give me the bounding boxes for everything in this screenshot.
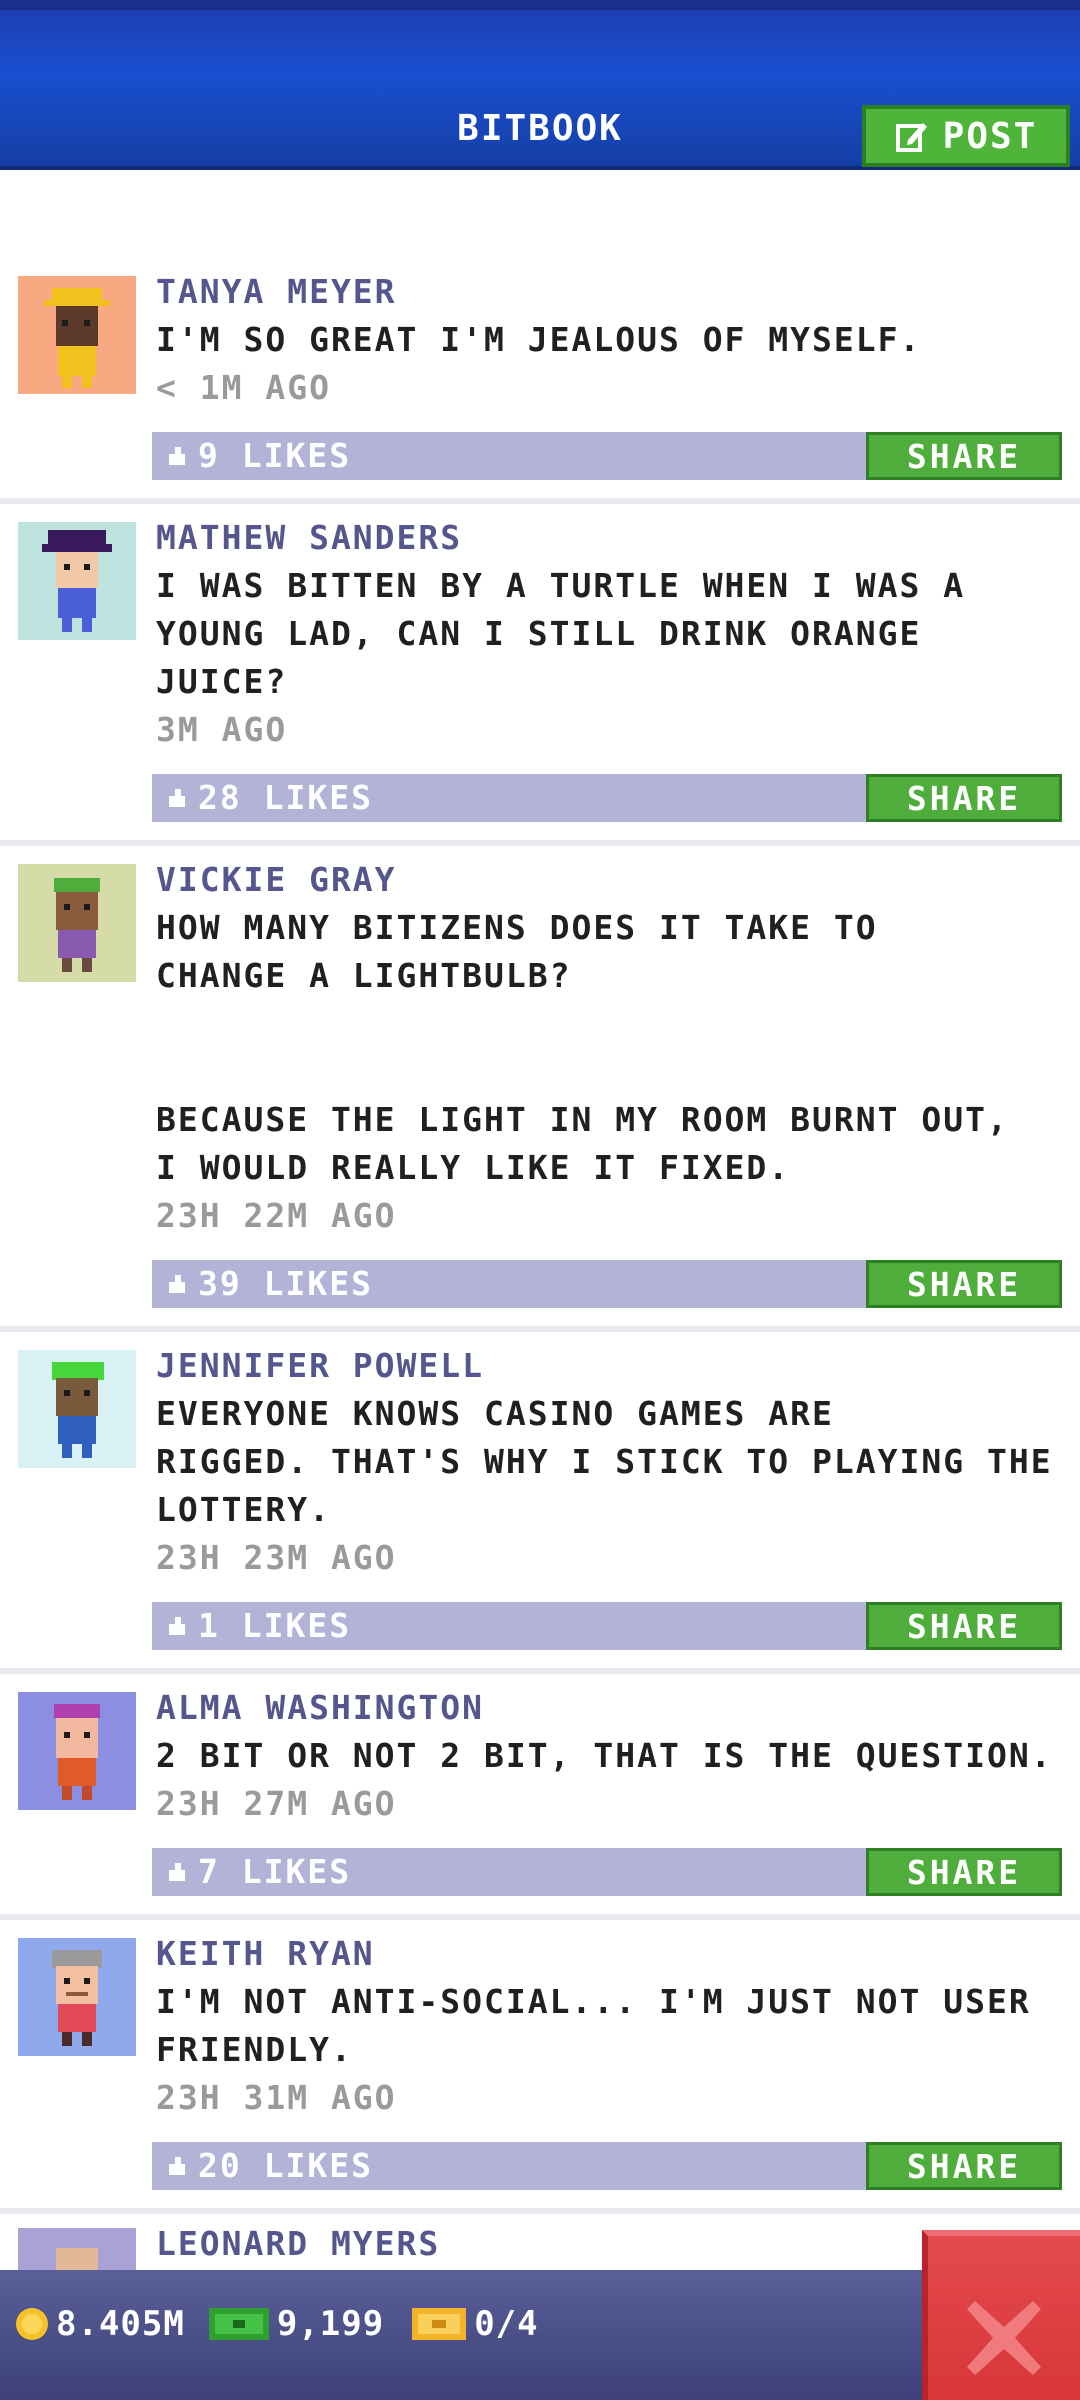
like-button[interactable]: 7 LIKES — [166, 1848, 351, 1896]
post-content: MATHEW SANDERS I WAS BITTEN BY A TURTLE … — [156, 514, 1062, 754]
ticket-icon — [412, 2308, 467, 2340]
thumbs-up-icon — [169, 2157, 185, 2175]
post-time: < 1M AGO — [156, 368, 331, 407]
like-count: 9 LIKES — [198, 436, 352, 475]
coin-icon — [16, 2308, 48, 2340]
feed-post: ALMA WASHINGTON 2 BIT OR NOT 2 BIT, THAT… — [0, 1674, 1080, 1920]
share-button[interactable]: SHARE — [866, 1848, 1062, 1896]
tickets-value: 0/4 — [474, 2304, 539, 2344]
feed-post: VICKIE GRAY HOW MANY BITIZENS DOES IT TA… — [0, 846, 1080, 1332]
post-content: KEITH RYAN I'M NOT ANTI-SOCIAL... I'M JU… — [156, 1930, 1062, 2122]
post-author[interactable]: VICKIE GRAY — [156, 856, 1062, 904]
like-button[interactable]: 28 LIKES — [166, 774, 373, 822]
avatar — [18, 1692, 136, 1810]
post-content: TANYA MEYER I'M SO GREAT I'M JEALOUS OF … — [156, 268, 1062, 412]
post-actions: 20 LIKES SHARE — [152, 2142, 1062, 2190]
avatar — [18, 522, 136, 640]
post-author[interactable]: JENNIFER POWELL — [156, 1342, 1062, 1390]
like-count: 20 LIKES — [198, 2146, 373, 2185]
coins-value: 8.405M — [56, 2304, 185, 2344]
bux-icon — [208, 2308, 269, 2340]
post-author[interactable]: ALMA WASHINGTON — [156, 1684, 1062, 1732]
thumbs-up-icon — [169, 789, 185, 807]
thumbs-up-icon — [169, 1275, 185, 1293]
close-icon — [967, 2301, 1041, 2375]
avatar — [18, 1938, 136, 2056]
post-text: HOW MANY BITIZENS DOES IT TAKE TO CHANGE… — [156, 908, 1009, 1187]
avatar — [18, 864, 136, 982]
post-actions: 28 LIKES SHARE — [152, 774, 1062, 822]
post-time: 23H 22M AGO — [156, 1196, 397, 1235]
thumbs-up-icon — [169, 1863, 185, 1881]
avatar — [18, 2228, 136, 2274]
post-time: 3M AGO — [156, 710, 288, 749]
post-author[interactable]: MATHEW SANDERS — [156, 514, 1062, 562]
like-count: 7 LIKES — [198, 1852, 352, 1891]
feed-post: MATHEW SANDERS I WAS BITTEN BY A TURTLE … — [0, 504, 1080, 846]
currency-stats: 8.405M 9,199 0/4 — [14, 2296, 539, 2352]
thumbs-up-icon — [169, 447, 185, 465]
share-button[interactable]: SHARE — [866, 1260, 1062, 1308]
feed-post: KEITH RYAN I'M NOT ANTI-SOCIAL... I'M JU… — [0, 1920, 1080, 2214]
bux-value: 9,199 — [276, 2304, 385, 2344]
feed-post: JENNIFER POWELL EVERYONE KNOWS CASINO GA… — [0, 1332, 1080, 1674]
post-text: I'M SO GREAT I'M JEALOUS OF MYSELF. — [156, 320, 922, 359]
currency-bar: 8.405M 9,199 0/4 — [0, 2270, 1080, 2400]
like-button[interactable]: 9 LIKES — [166, 432, 351, 480]
like-button[interactable]: 1 LIKES — [166, 1602, 351, 1650]
post-button-label: POST — [942, 115, 1038, 157]
post-text: EVERYONE KNOWS CASINO GAMES ARE RIGGED. … — [156, 1394, 1053, 1529]
feed-post: LEONARD MYERS — [0, 2214, 1080, 2274]
post-time: 23H 23M AGO — [156, 1538, 397, 1577]
like-button[interactable]: 20 LIKES — [166, 2142, 373, 2190]
post-text: I'M NOT ANTI-SOCIAL... I'M JUST NOT USER… — [156, 1982, 1031, 2069]
like-count: 1 LIKES — [198, 1606, 352, 1645]
post-author[interactable]: TANYA MEYER — [156, 268, 1062, 316]
post-actions: 1 LIKES SHARE — [152, 1602, 1062, 1650]
post-actions: 9 LIKES SHARE — [152, 432, 1062, 480]
post-text: I WAS BITTEN BY A TURTLE WHEN I WAS A YO… — [156, 566, 966, 701]
post-actions: 39 LIKES SHARE — [152, 1260, 1062, 1308]
edit-icon — [895, 123, 927, 152]
post-time: 23H 31M AGO — [156, 2078, 397, 2117]
post-content: ALMA WASHINGTON 2 BIT OR NOT 2 BIT, THAT… — [156, 1684, 1062, 1828]
post-time: 23H 27M AGO — [156, 1784, 397, 1823]
post-content: VICKIE GRAY HOW MANY BITIZENS DOES IT TA… — [156, 856, 1062, 1240]
avatar — [18, 1350, 136, 1468]
like-button[interactable]: 39 LIKES — [166, 1260, 373, 1308]
app-header: BITBOOK POST — [0, 0, 1080, 170]
like-count: 39 LIKES — [198, 1264, 373, 1303]
post-content: JENNIFER POWELL EVERYONE KNOWS CASINO GA… — [156, 1342, 1062, 1582]
post-author[interactable]: KEITH RYAN — [156, 1930, 1062, 1978]
post-button[interactable]: POST — [862, 105, 1070, 167]
share-button[interactable]: SHARE — [866, 2142, 1062, 2190]
feed-post: TANYA MEYER I'M SO GREAT I'M JEALOUS OF … — [0, 170, 1080, 504]
avatar — [18, 276, 136, 394]
like-count: 28 LIKES — [198, 778, 373, 817]
post-text: 2 BIT OR NOT 2 BIT, THAT IS THE QUESTION… — [156, 1736, 1053, 1775]
share-button[interactable]: SHARE — [866, 432, 1062, 480]
post-actions: 7 LIKES SHARE — [152, 1848, 1062, 1896]
thumbs-up-icon — [169, 1617, 185, 1635]
share-button[interactable]: SHARE — [866, 774, 1062, 822]
share-button[interactable]: SHARE — [866, 1602, 1062, 1650]
close-button[interactable] — [922, 2230, 1080, 2400]
